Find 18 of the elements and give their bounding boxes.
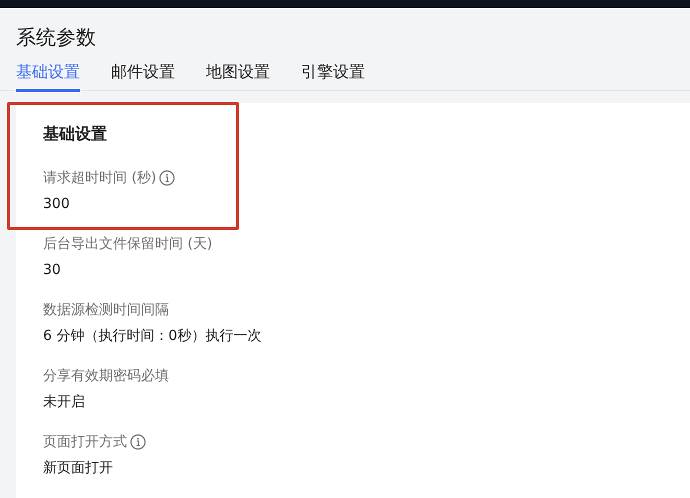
section-title: 基础设置 — [43, 123, 107, 145]
info-icon[interactable] — [130, 434, 146, 450]
setting-label: 请求超时时间 (秒) — [43, 169, 156, 187]
setting-label: 后台导出文件保留时间 (天) — [43, 235, 212, 253]
setting-value: 6 分钟（执行时间：0秒）执行一次 — [43, 327, 262, 345]
setting-value: 未开启 — [43, 393, 85, 411]
setting-label: 页面打开方式 — [43, 433, 127, 451]
page-title: 系统参数 — [16, 24, 96, 50]
setting-value: 300 — [43, 195, 70, 213]
setting-label: 分享有效期密码必填 — [43, 367, 169, 385]
setting-value: 新页面打开 — [43, 459, 113, 477]
tab[interactable]: 引擎设置 — [301, 60, 365, 92]
info-icon[interactable] — [159, 170, 176, 186]
tab[interactable]: 邮件设置 — [111, 60, 175, 92]
setting-value: 30 — [43, 261, 61, 279]
tab[interactable]: 地图设置 — [206, 60, 270, 92]
tab[interactable]: 基础设置 — [16, 60, 80, 92]
setting-label: 数据源检测时间间隔 — [43, 301, 169, 319]
